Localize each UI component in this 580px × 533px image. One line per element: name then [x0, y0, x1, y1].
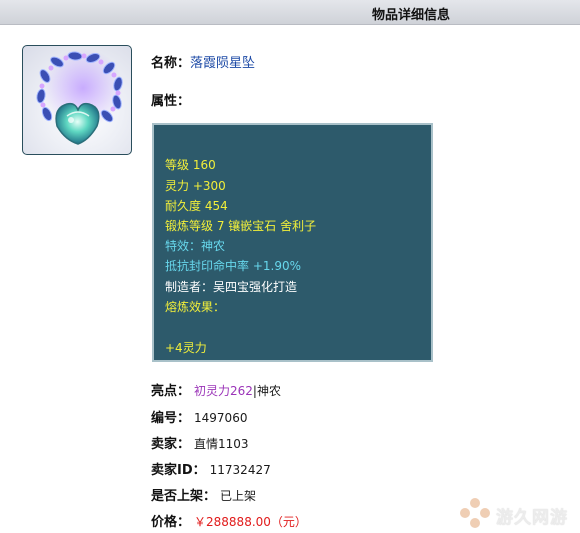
page-title: 物品详细信息: [372, 8, 451, 23]
item-name-label: 名称：: [151, 56, 191, 71]
listed-value: 已上架: [220, 489, 257, 503]
highlight-value: 初灵力262: [194, 384, 253, 398]
attr-level: 等级 160: [165, 158, 216, 172]
highlight-label: 亮点：: [151, 384, 191, 399]
seller-value: 直情1103: [194, 437, 249, 451]
attr-smelt-label: 熔炼效果：: [165, 300, 226, 314]
attr-seal-resist: 抵抗封印命中率 +1.90%: [165, 259, 301, 273]
attributes-label: 属性：: [151, 94, 191, 109]
item-pendant-icon: [22, 45, 132, 155]
watermark-text: 游久网游: [496, 508, 568, 528]
seller-row: 卖家： 直情1103: [151, 433, 249, 452]
item-name-row: 名称：落霞陨星坠: [151, 52, 255, 71]
attr-maker: 制造者：吴四宝强化打造: [165, 280, 298, 294]
seller-id-label: 卖家ID：: [151, 463, 206, 478]
title-bar: 物品详细信息: [0, 0, 580, 25]
item-name-value: 落霞陨星坠: [190, 56, 256, 71]
watermark: 游久网游: [458, 496, 580, 531]
seller-label: 卖家：: [151, 437, 191, 452]
id-row: 编号： 1497060: [151, 407, 247, 426]
seller-id-value: 11732427: [209, 463, 271, 477]
attr-durability: 耐久度 454: [165, 199, 228, 213]
price-label: 价格：: [151, 515, 191, 530]
price-row: 价格： ￥288888.00（元）: [151, 511, 307, 530]
listed-label: 是否上架：: [151, 489, 217, 504]
attr-smelt-value: +4灵力: [165, 341, 207, 355]
attr-forge-level: 锻炼等级 7 镶嵌宝石 舍利子: [165, 219, 317, 233]
id-label: 编号：: [151, 411, 191, 426]
listed-row: 是否上架： 已上架: [151, 485, 256, 504]
watermark-logo-icon: [460, 498, 490, 528]
pendant-image: [36, 48, 123, 145]
highlight-row: 亮点： 初灵力262|神农: [151, 380, 281, 399]
attributes-panel: 等级 160 灵力 +300 耐久度 454 锻炼等级 7 镶嵌宝石 舍利子 特…: [152, 123, 433, 362]
attr-special-effect: 特效：神农: [165, 239, 226, 253]
attr-spirit-power: 灵力 +300: [165, 179, 226, 193]
highlight-extra: 神农: [256, 384, 281, 398]
price-value: ￥288888.00（元）: [194, 515, 307, 529]
seller-id-row: 卖家ID： 11732427: [151, 459, 271, 478]
id-value: 1497060: [194, 411, 248, 425]
